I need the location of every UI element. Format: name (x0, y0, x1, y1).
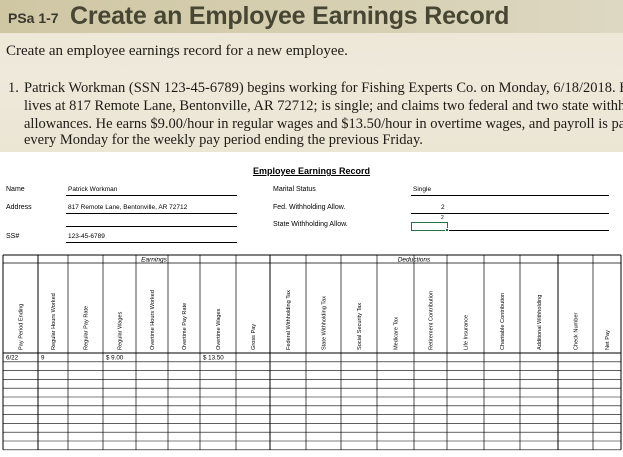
earnings-table: Earnings Deductions Pay Period Ending Regul… (2, 254, 622, 451)
group-header: Earnings (141, 257, 167, 264)
table-cell[interactable]: 9 (41, 355, 45, 362)
column-header: Overtime Hours Worked (150, 290, 156, 350)
column-header: Check Number (574, 313, 580, 350)
column-header: Regular Wages (118, 311, 124, 350)
column-header: Retirement Contribution (429, 291, 435, 350)
column-header: Life Insurance (464, 315, 470, 350)
column-header: Social Security Tax (357, 303, 363, 350)
column-header: Federal Withholding Tax (286, 290, 292, 350)
column-header: State Withholding Tax (322, 296, 328, 350)
column-header: Gross Pay (251, 324, 257, 350)
column-header: Regular Hours Worked (51, 293, 57, 350)
column-header: Medicare Tax (394, 317, 400, 350)
column-header: Net Pay (605, 330, 611, 350)
column-header: Overtime Wages (216, 308, 222, 350)
table-cell[interactable]: $ 9.00 (106, 355, 124, 362)
column-header: Overtime Pay Rate (182, 303, 188, 350)
group-header: Deductions (398, 257, 431, 264)
table-cell[interactable]: $ 13.50 (203, 355, 224, 362)
column-header: Charitable Contribution (500, 293, 506, 350)
column-header: Additional Withholding (537, 295, 543, 350)
column-header: Pay Period Ending (19, 304, 25, 350)
table-cell[interactable]: 6/22 (6, 355, 19, 362)
column-header: Regular Pay Rate (84, 306, 90, 350)
